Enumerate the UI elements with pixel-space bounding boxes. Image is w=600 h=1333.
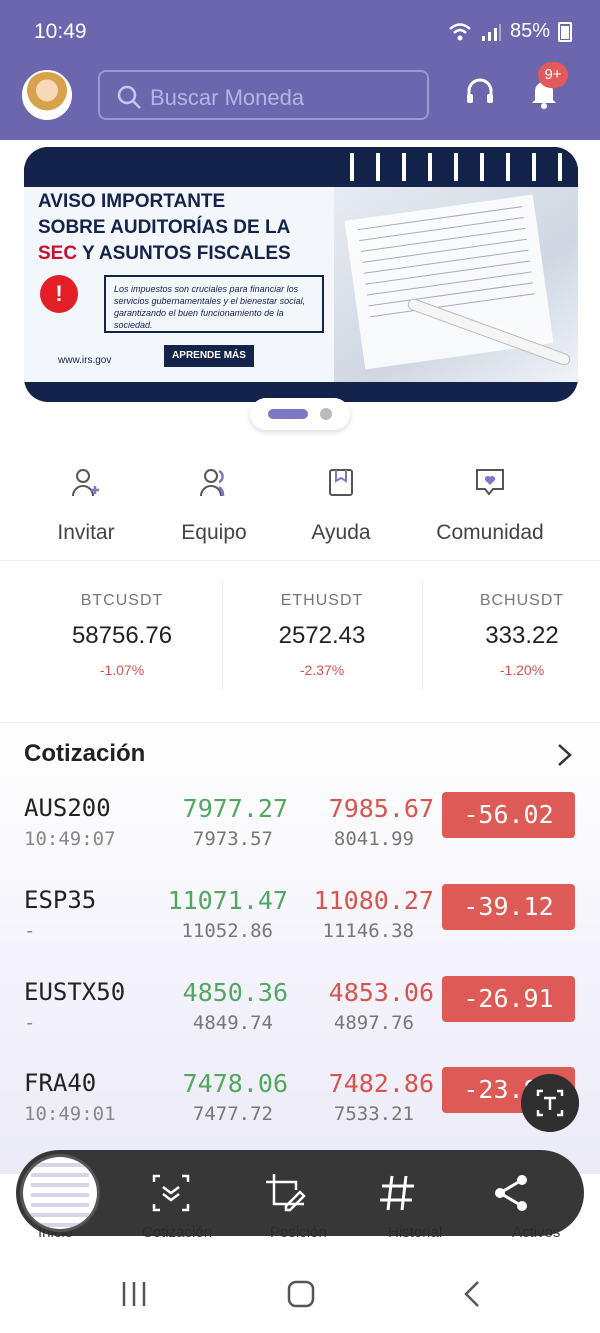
person-add-icon [72,469,99,497]
shortcut-label: Ayuda [311,521,371,544]
back-icon[interactable] [458,1280,486,1308]
shortcut-label: Comunidad [436,521,544,544]
wifi-icon [449,22,471,40]
quote-change-badge: -26.91 [442,976,575,1022]
divider [0,560,600,561]
banner-title-line2: SOBRE AUDITORÍAS DE LA [38,217,291,238]
screenshot-thumbnail[interactable] [20,1154,100,1232]
quote-ask: 7482.86 [328,1069,434,1098]
quote-ask: 4853.06 [328,978,434,1007]
status-bar: 10:49 85% [0,0,600,62]
user-avatar[interactable] [22,70,72,120]
share-icon[interactable] [490,1172,532,1214]
hashtag-icon[interactable] [376,1172,418,1214]
banner-title: AVISO IMPORTANTE SOBRE AUDITORÍAS DE LA … [38,189,328,267]
carousel-dot-active [268,409,308,419]
quote-ask: 11080.27 [313,886,434,915]
quote-ask-high: 11146.38 [322,920,414,942]
quote-time: 10:49:07 [24,828,116,850]
banner-stripes [328,153,578,181]
home-icon[interactable] [287,1280,315,1308]
ticker-card[interactable]: ETHUSDT 2572.43 -2.37% [222,592,422,678]
battery-percent: 85% [509,20,550,42]
signal-icon [481,23,501,41]
quote-bid-low: 11052.86 [181,920,273,942]
battery-icon [558,21,572,42]
crop-edit-icon[interactable] [264,1172,306,1214]
quote-symbol: FRA40 [24,1069,97,1097]
search-placeholder: Buscar Moneda [150,85,305,110]
ticker-price: 2572.43 [278,622,366,649]
ticker-change: -2.37% [299,662,345,678]
alert-icon: ! [40,275,78,313]
quote-row[interactable]: EUSTX50 - 4850.36 4849.74 4853.06 4897.7… [0,976,600,1056]
headset-icon[interactable] [463,76,497,110]
quote-change-badge: -39.12 [442,884,575,930]
quote-symbol: AUS200 [24,794,111,822]
banner-title-line1: AVISO IMPORTANTE [38,191,226,212]
quote-row[interactable]: FRA40 10:49:01 7478.06 7477.72 7482.86 7… [0,1067,600,1147]
banner-title-line3: SEC Y ASUNTOS FISCALES [38,241,328,267]
carousel-indicator[interactable] [250,398,350,430]
screenshot-toolbar [16,1150,584,1236]
banner-title-rest: Y ASUNTOS FISCALES [77,243,291,264]
divider [0,722,600,723]
status-time: 10:49 [34,20,87,43]
help-book-icon [329,469,353,496]
quote-bid: 7977.27 [182,794,288,823]
quote-bid-low: 7973.57 [192,828,273,850]
ticker-card[interactable]: BTCUSDT 58756.76 -1.07% [22,592,222,678]
quote-ask: 7985.67 [328,794,434,823]
quote-ask-high: 4897.76 [333,1012,414,1034]
carousel-dot [320,408,332,420]
banner-title-highlight: SEC [38,243,78,264]
banner-body: Los impuestos son cruciales para financi… [104,275,324,333]
quote-row[interactable]: AUS200 10:49:07 7977.27 7973.57 7985.67 … [0,792,600,872]
quotes-title: Cotización [24,740,146,767]
status-icons: 85% [448,20,572,43]
quote-bid-low: 7477.72 [192,1103,273,1125]
community-chat-icon [476,469,504,496]
quote-time: - [24,1012,36,1034]
scroll-capture-icon[interactable] [150,1172,192,1214]
ticker-symbol: ETHUSDT [280,592,364,609]
team-icon [200,469,225,497]
ticker-change: -1.20% [499,662,545,678]
ticker-price: 58756.76 [71,622,173,649]
ticker-card[interactable]: BCHUSDT 333.22 -1.20% [422,592,600,678]
quote-time: - [24,920,36,942]
quote-ask-high: 8041.99 [333,828,414,850]
ticker-symbol: BTCUSDT [80,592,164,609]
quote-ask-high: 7533.21 [333,1103,414,1125]
notification-badge: 9+ [538,62,568,88]
quote-row[interactable]: ESP35 - 11071.47 11052.86 11080.27 11146… [0,884,600,964]
ticker-symbol: BCHUSDT [479,592,565,609]
quote-time: 10:49:01 [24,1103,116,1125]
promo-banner[interactable]: AVISO IMPORTANTE SOBRE AUDITORÍAS DE LA … [24,147,578,402]
quote-bid: 11071.47 [167,886,288,915]
shortcut-community[interactable]: Comunidad [415,466,565,545]
quote-bid: 4850.36 [182,978,288,1007]
quote-symbol: EUSTX50 [24,978,126,1006]
recent-apps-icon[interactable] [120,1280,148,1308]
quote-bid: 7478.06 [182,1069,288,1098]
learn-more-button[interactable]: APRENDE MÁS [164,345,254,367]
ticker-price: 333.22 [485,622,559,649]
quote-bid-low: 4849.74 [192,1012,273,1034]
search-input[interactable]: Buscar Moneda [98,70,429,120]
extract-text-icon[interactable] [521,1074,579,1132]
chevron-right-icon[interactable] [552,742,576,768]
quote-change-badge: -56.02 [442,792,575,838]
banner-url: www.irs.gov [58,355,112,366]
shortcut-help[interactable]: Ayuda [266,466,416,545]
ticker-change: -1.07% [99,662,145,678]
app-header: 10:49 85% Buscar Moneda 9+ [0,0,600,140]
search-icon [117,85,141,109]
quote-symbol: ESP35 [24,886,97,914]
system-nav-bar [0,1246,600,1333]
